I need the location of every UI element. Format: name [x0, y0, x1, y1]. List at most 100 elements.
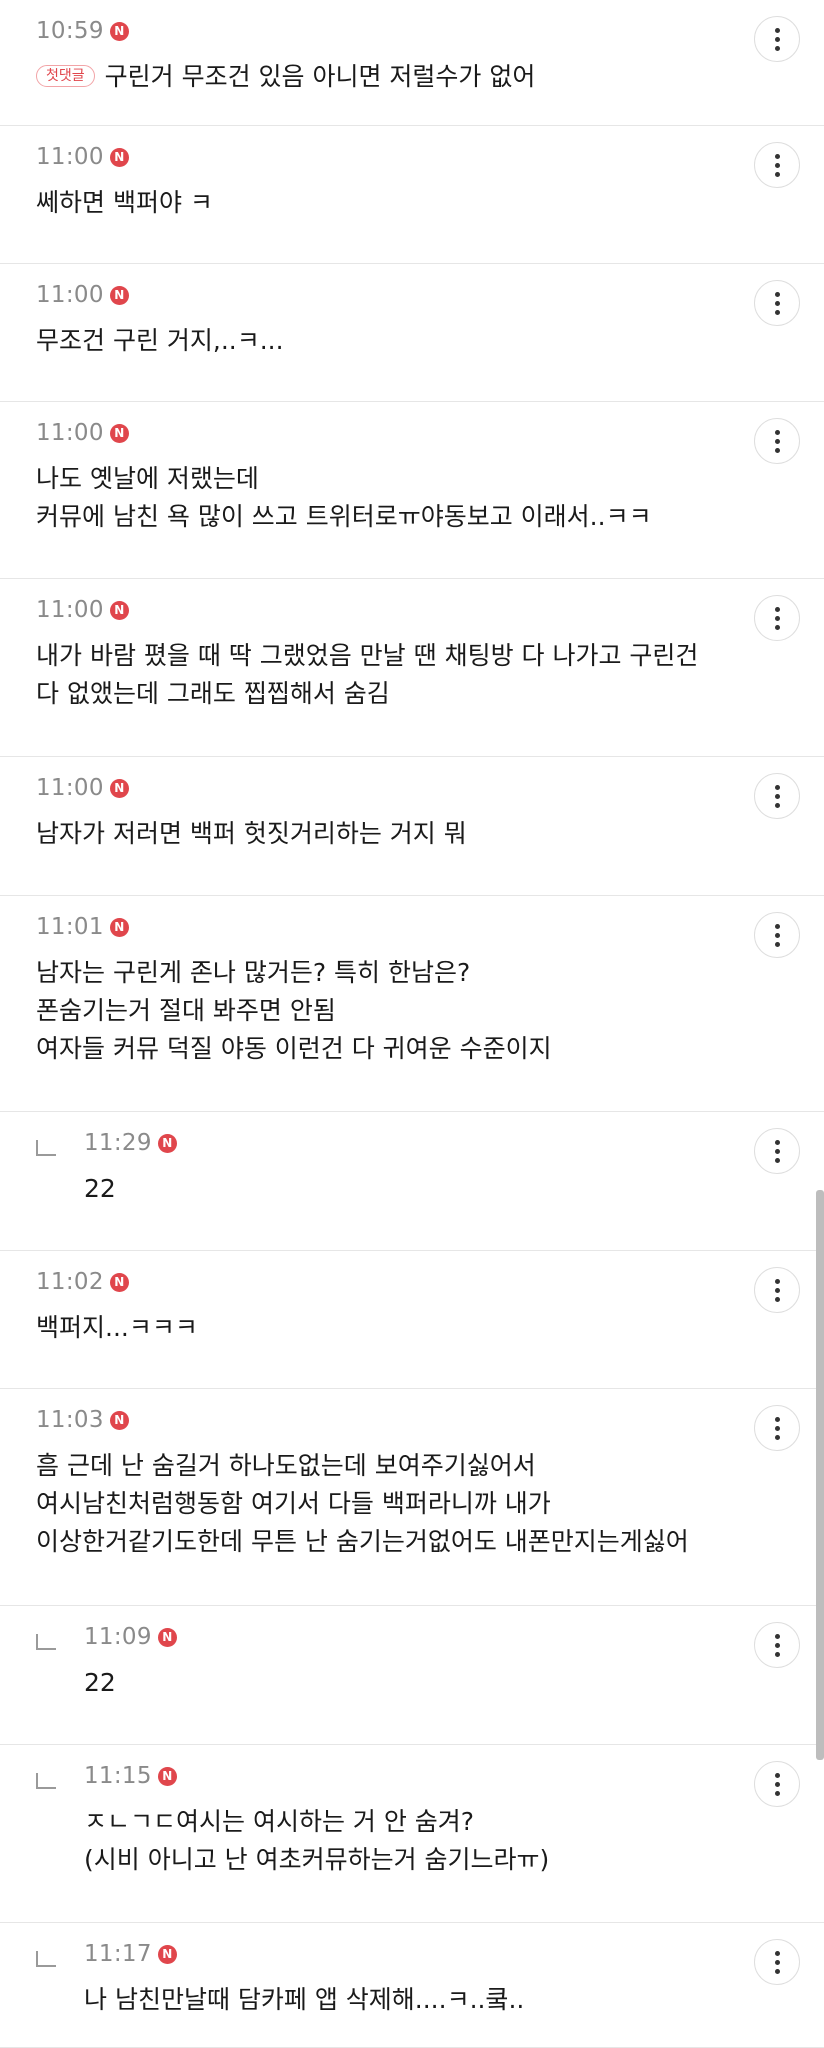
more-options-button[interactable]	[754, 595, 800, 641]
comment-text: ㅈㄴㄱㄷ여시는 여시하는 거 안 숨겨?	[84, 1807, 475, 1836]
comment-text: 여시남친처럼행동함 여기서 다들 백퍼라니까 내가	[36, 1489, 551, 1518]
comment-body: 남자는 구린게 존나 많거든? 특히 한남은? 폰숨기는거 절대 봐주면 안됨여자…	[36, 954, 824, 1068]
comment-time: 11:00	[36, 420, 104, 446]
new-badge-icon: N	[109, 285, 129, 305]
more-options-button[interactable]	[754, 1405, 800, 1451]
more-options-button[interactable]	[754, 418, 800, 464]
comment-meta: 11:00 N	[36, 280, 824, 310]
more-dot	[774, 1968, 780, 1974]
more-dot	[774, 1950, 780, 1956]
comment-text-line: 여자들 커뮤 덕질 야동 이런건 다 귀여운 수준이지	[36, 1030, 824, 1068]
comment-time: 11:02	[36, 1269, 104, 1295]
comment-text: 흠 근데 난 숨길거 하나도없는데 보여주기싫어서	[36, 1451, 536, 1480]
more-options-button[interactable]	[754, 1761, 800, 1807]
more-dot	[774, 1790, 780, 1796]
new-badge-icon: N	[157, 1944, 177, 1964]
comment-item: 11:00 N 내가 바람 폈을 때 딱 그랬었음 만날 땐 채팅방 다 나가고 구…	[0, 579, 824, 757]
more-dot	[774, 1425, 780, 1431]
comment-time: 11:03	[36, 1407, 104, 1433]
comment-text: 구린거 무조건 있음 아니면 저럴수가 없어	[104, 62, 536, 91]
new-badge-icon: N	[157, 1627, 177, 1647]
comment-text-line: 무조건 구린 거지,..ㅋ...	[36, 322, 824, 360]
comment-time: 11:29	[84, 1130, 152, 1156]
comment-text: 남자가 저러면 백퍼 헛짓거리하는 거지 뭐	[36, 819, 467, 848]
more-dot	[774, 784, 780, 790]
comment-list: 10:59 N 첫댓글 구린거 무조건 있음 아니면 저럴수가 없어 11:00 N 쎄하면…	[0, 0, 824, 2048]
more-vertical-icon	[774, 1415, 780, 1442]
more-vertical-icon	[774, 290, 780, 317]
more-dot	[774, 1651, 780, 1657]
first-comment-badge: 첫댓글	[36, 65, 95, 87]
more-dot	[774, 45, 780, 51]
more-dot	[774, 615, 780, 621]
more-dot	[774, 923, 780, 929]
more-vertical-icon	[774, 605, 780, 632]
comment-meta: 11:03 N	[36, 1405, 824, 1435]
more-dot	[774, 624, 780, 630]
comment-body: 흠 근데 난 숨길거 하나도없는데 보여주기싫어서여시남친처럼행동함 여기서 다…	[36, 1447, 824, 1561]
reply-comment-item: 11:15 N ㅈㄴㄱㄷ여시는 여시하는 거 안 숨겨? (시비 아니고 난 여초커뮤…	[0, 1745, 824, 1923]
more-options-button[interactable]	[754, 912, 800, 958]
comment-meta: 11:00 N	[36, 418, 824, 448]
comment-text-line: 남자가 저러면 백퍼 헛짓거리하는 거지 뭐	[36, 815, 824, 853]
comment-text-line: 내가 바람 폈을 때 딱 그랬었음 만날 땐 채팅방 다 나가고 구린건	[36, 637, 824, 675]
more-options-button[interactable]	[754, 280, 800, 326]
more-dot	[774, 1642, 780, 1648]
comment-time: 11:15	[84, 1763, 152, 1789]
more-dot	[774, 27, 780, 33]
reply-arrow-icon	[36, 1634, 56, 1650]
more-options-button[interactable]	[754, 16, 800, 62]
more-dot	[774, 1416, 780, 1422]
comment-meta: 11:29 N	[84, 1128, 824, 1158]
comment-text: 22	[84, 1668, 116, 1697]
comment-time: 10:59	[36, 18, 104, 44]
more-dot	[774, 291, 780, 297]
comment-text: 나 남친만날때 담카페 앱 삭제해....ㅋ..쿸..	[84, 1985, 525, 2014]
comment-text: 쎄하면 백퍼야 ㅋ	[36, 188, 213, 217]
more-vertical-icon	[774, 1771, 780, 1798]
comment-item: 11:00 N 무조건 구린 거지,..ㅋ...	[0, 264, 824, 402]
new-badge-icon: N	[109, 21, 129, 41]
more-options-button[interactable]	[754, 1128, 800, 1174]
more-dot	[774, 932, 780, 938]
comment-text-line: 흠 근데 난 숨길거 하나도없는데 보여주기싫어서	[36, 1447, 824, 1485]
comment-item: 11:03 N 흠 근데 난 숨길거 하나도없는데 보여주기싫어서여시남친처럼행동함…	[0, 1389, 824, 1606]
comment-item: 10:59 N 첫댓글 구린거 무조건 있음 아니면 저럴수가 없어	[0, 0, 824, 126]
more-options-button[interactable]	[754, 1939, 800, 1985]
more-vertical-icon	[774, 26, 780, 53]
more-dot	[774, 802, 780, 808]
more-dot	[774, 309, 780, 315]
scrollbar[interactable]	[816, 1190, 824, 1760]
more-vertical-icon	[774, 922, 780, 949]
new-badge-icon: N	[157, 1766, 177, 1786]
comment-text: 이상한거같기도한데 무튼 난 숨기는거없어도 내폰만지는게싫어	[36, 1527, 689, 1556]
comment-body: 나 남친만날때 담카페 앱 삭제해....ㅋ..쿸..	[84, 1981, 824, 2019]
more-options-button[interactable]	[754, 1267, 800, 1313]
more-dot	[774, 429, 780, 435]
more-dot	[774, 1287, 780, 1293]
new-badge-icon: N	[109, 423, 129, 443]
comment-body: 남자가 저러면 백퍼 헛짓거리하는 거지 뭐	[36, 815, 824, 853]
comment-text: 커뮤에 남친 욕 많이 쓰고 트위터로ㅠ야동보고 이래서..ㅋㅋ	[36, 502, 652, 531]
more-dot	[774, 447, 780, 453]
new-badge-icon: N	[109, 917, 129, 937]
comment-text: 폰숨기는거 절대 봐주면 안됨	[36, 996, 336, 1025]
more-dot	[774, 1296, 780, 1302]
more-dot	[774, 1959, 780, 1965]
more-vertical-icon	[774, 1632, 780, 1659]
more-vertical-icon	[774, 783, 780, 810]
comment-text-line: 커뮤에 남친 욕 많이 쓰고 트위터로ㅠ야동보고 이래서..ㅋㅋ	[36, 498, 824, 536]
more-options-button[interactable]	[754, 142, 800, 188]
comment-text: 다 없앴는데 그래도 찝찝해서 숨김	[36, 679, 390, 708]
more-options-button[interactable]	[754, 1622, 800, 1668]
more-dot	[774, 1278, 780, 1284]
reply-arrow-icon	[36, 1140, 56, 1156]
more-dot	[774, 36, 780, 42]
comment-item: 11:00 N 나도 옛날에 저랬는데 커뮤에 남친 욕 많이 쓰고 트위터로ㅠ야동보…	[0, 402, 824, 579]
more-vertical-icon	[774, 1138, 780, 1165]
comment-meta: 11:17 N	[84, 1939, 824, 1969]
comment-text-line: 남자는 구린게 존나 많거든? 특히 한남은?	[36, 954, 824, 992]
comment-item: 11:01 N 남자는 구린게 존나 많거든? 특히 한남은? 폰숨기는거 절대 봐주…	[0, 896, 824, 1112]
comment-time: 11:17	[84, 1941, 152, 1967]
more-options-button[interactable]	[754, 773, 800, 819]
